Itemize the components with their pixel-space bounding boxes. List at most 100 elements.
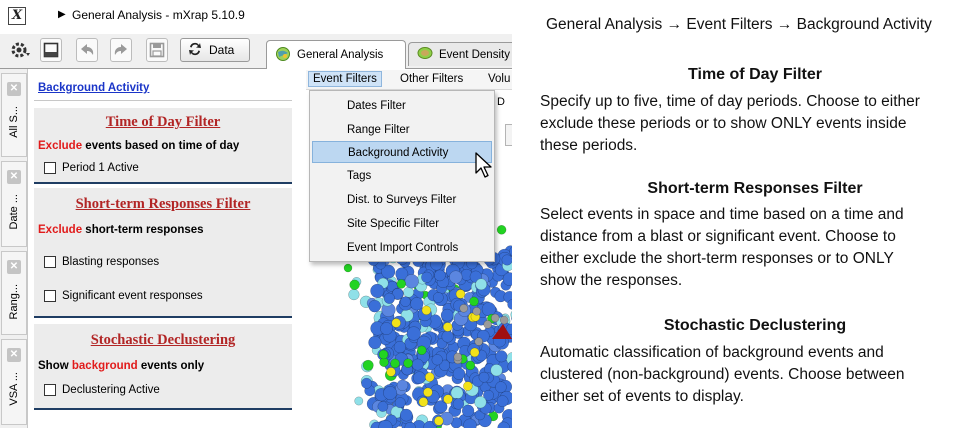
event-marker (441, 330, 454, 343)
event-marker (421, 305, 432, 316)
event-marker (391, 318, 401, 328)
close-icon[interactable]: ✕ (7, 82, 21, 96)
app-window: X ▶ General Analysis - mXrap 5.10.9 Data… (0, 0, 512, 428)
event-marker (495, 350, 508, 363)
event-marker (501, 254, 512, 266)
event-marker (431, 354, 443, 366)
event-marker (443, 394, 453, 404)
section-body: Automatic classification of background e… (540, 342, 976, 408)
event-marker (463, 381, 473, 391)
event-marker (496, 225, 507, 235)
section-heading: Stochastic Declustering (663, 317, 847, 334)
density-icon (417, 46, 433, 63)
window-icon[interactable] (40, 38, 62, 62)
event-marker (361, 377, 373, 389)
background-control-box (505, 124, 512, 146)
blasting-checkbox[interactable] (44, 256, 56, 268)
event-marker (403, 286, 415, 298)
body-line: Select events in space and time based on… (540, 206, 904, 223)
event-marker (348, 288, 360, 301)
gear-icon[interactable] (6, 38, 34, 62)
checkbox-label: Declustering Active (62, 384, 160, 396)
side-tab-bar: ✕ All S... ✕ Date ... ✕ Rang... ✕ VSA ..… (0, 69, 28, 428)
menu-item-event-import-controls[interactable]: Event Import Controls (312, 237, 492, 259)
side-tab-range[interactable]: ✕ Rang... (1, 251, 27, 335)
title-arrow: ▶ (58, 9, 66, 20)
menu-item-range-filter[interactable]: Range Filter (312, 119, 492, 141)
section-body: Select events in space and time based on… (540, 204, 976, 292)
body-line: exclude these periods or to show ONLY ev… (540, 115, 907, 132)
tab-general-analysis[interactable]: General Analysis (266, 40, 406, 69)
side-tab-vsa[interactable]: ✕ VSA ... (1, 339, 27, 425)
data-button-label: Data (209, 43, 235, 57)
event-marker (393, 340, 407, 354)
period-1-checkbox-row[interactable]: Period 1 Active (44, 162, 139, 174)
menu-item-dates-filter[interactable]: Dates Filter (312, 95, 492, 117)
event-marker (474, 337, 483, 346)
show-background-line: Show background events only (38, 360, 205, 372)
event-marker (490, 313, 500, 323)
event-marker (452, 367, 466, 380)
title-bar: X ▶ General Analysis - mXrap 5.10.9 (0, 0, 512, 34)
tab-event-density[interactable]: Event Density (408, 42, 512, 66)
event-marker (399, 408, 413, 422)
event-marker (411, 358, 424, 371)
menu-item-dist-to-surveys[interactable]: Dist. to Surveys Filter (312, 189, 492, 211)
body-line: Automatic classification of background e… (540, 344, 884, 361)
event-marker (465, 360, 476, 371)
menu-item-tags[interactable]: Tags (312, 165, 492, 187)
body-line: these periods. (540, 137, 638, 154)
section-rule (34, 316, 292, 318)
menu-event-filters[interactable]: Event Filters (308, 71, 382, 87)
significant-checkbox[interactable] (44, 290, 56, 302)
data-button[interactable]: Data (180, 38, 250, 62)
event-marker (368, 335, 382, 350)
declustering-checkbox-row[interactable]: Declustering Active (44, 384, 160, 396)
blasting-checkbox-row[interactable]: Blasting responses (44, 256, 159, 268)
body-line: either set of events to display. (540, 388, 744, 405)
breadcrumb: General Analysis → Event Filters → Backg… (546, 16, 932, 33)
event-marker (481, 302, 496, 317)
event-marker (424, 372, 435, 382)
refresh-icon (187, 41, 203, 60)
background-activity-link[interactable]: Background Activity (38, 82, 149, 94)
event-marker (453, 352, 463, 362)
event-marker (490, 364, 503, 377)
save-icon[interactable] (146, 38, 168, 62)
menu-volume[interactable]: Volu (484, 72, 512, 86)
declustering-checkbox[interactable] (44, 384, 56, 396)
event-marker (469, 347, 480, 358)
menu-item-site-specific[interactable]: Site Specific Filter (312, 213, 492, 235)
event-marker (349, 279, 360, 290)
section-heading: Time of Day Filter (688, 66, 822, 83)
background-control-fragment: D (497, 96, 505, 108)
section-rule (34, 182, 292, 184)
menu-other-filters[interactable]: Other Filters (396, 72, 467, 86)
divider (34, 100, 292, 101)
undo-icon[interactable] (76, 38, 98, 62)
event-marker (459, 304, 468, 313)
mxrap-logo-icon: X (8, 7, 26, 25)
redo-icon[interactable] (110, 38, 132, 62)
declustering-section: Stochastic Declustering Show background … (34, 324, 292, 410)
side-tab-all-s[interactable]: ✕ All S... (1, 73, 27, 157)
event-marker (383, 292, 395, 304)
period-1-checkbox[interactable] (44, 162, 56, 174)
exclude-line: Exclude short-term responses (38, 224, 204, 236)
event-marker (495, 381, 507, 393)
body-line: show the responses. (540, 272, 683, 289)
significant-checkbox-row[interactable]: Significant event responses (44, 290, 203, 302)
side-tab-date[interactable]: ✕ Date ... (1, 161, 27, 247)
event-marker (403, 358, 413, 368)
section-title: Short-term Responses Filter (75, 196, 251, 212)
globe-icon (275, 46, 291, 65)
close-icon[interactable]: ✕ (7, 260, 21, 274)
menu-item-background-activity[interactable]: Background Activity (312, 141, 492, 163)
side-tab-label: Rang... (8, 284, 20, 320)
close-icon[interactable]: ✕ (7, 170, 21, 184)
tab-label: Event Density (439, 48, 510, 61)
close-icon[interactable]: ✕ (7, 348, 21, 362)
body-line: either exclude the short-term responses … (540, 250, 894, 267)
event-marker (483, 320, 492, 329)
event-marker (461, 404, 475, 417)
